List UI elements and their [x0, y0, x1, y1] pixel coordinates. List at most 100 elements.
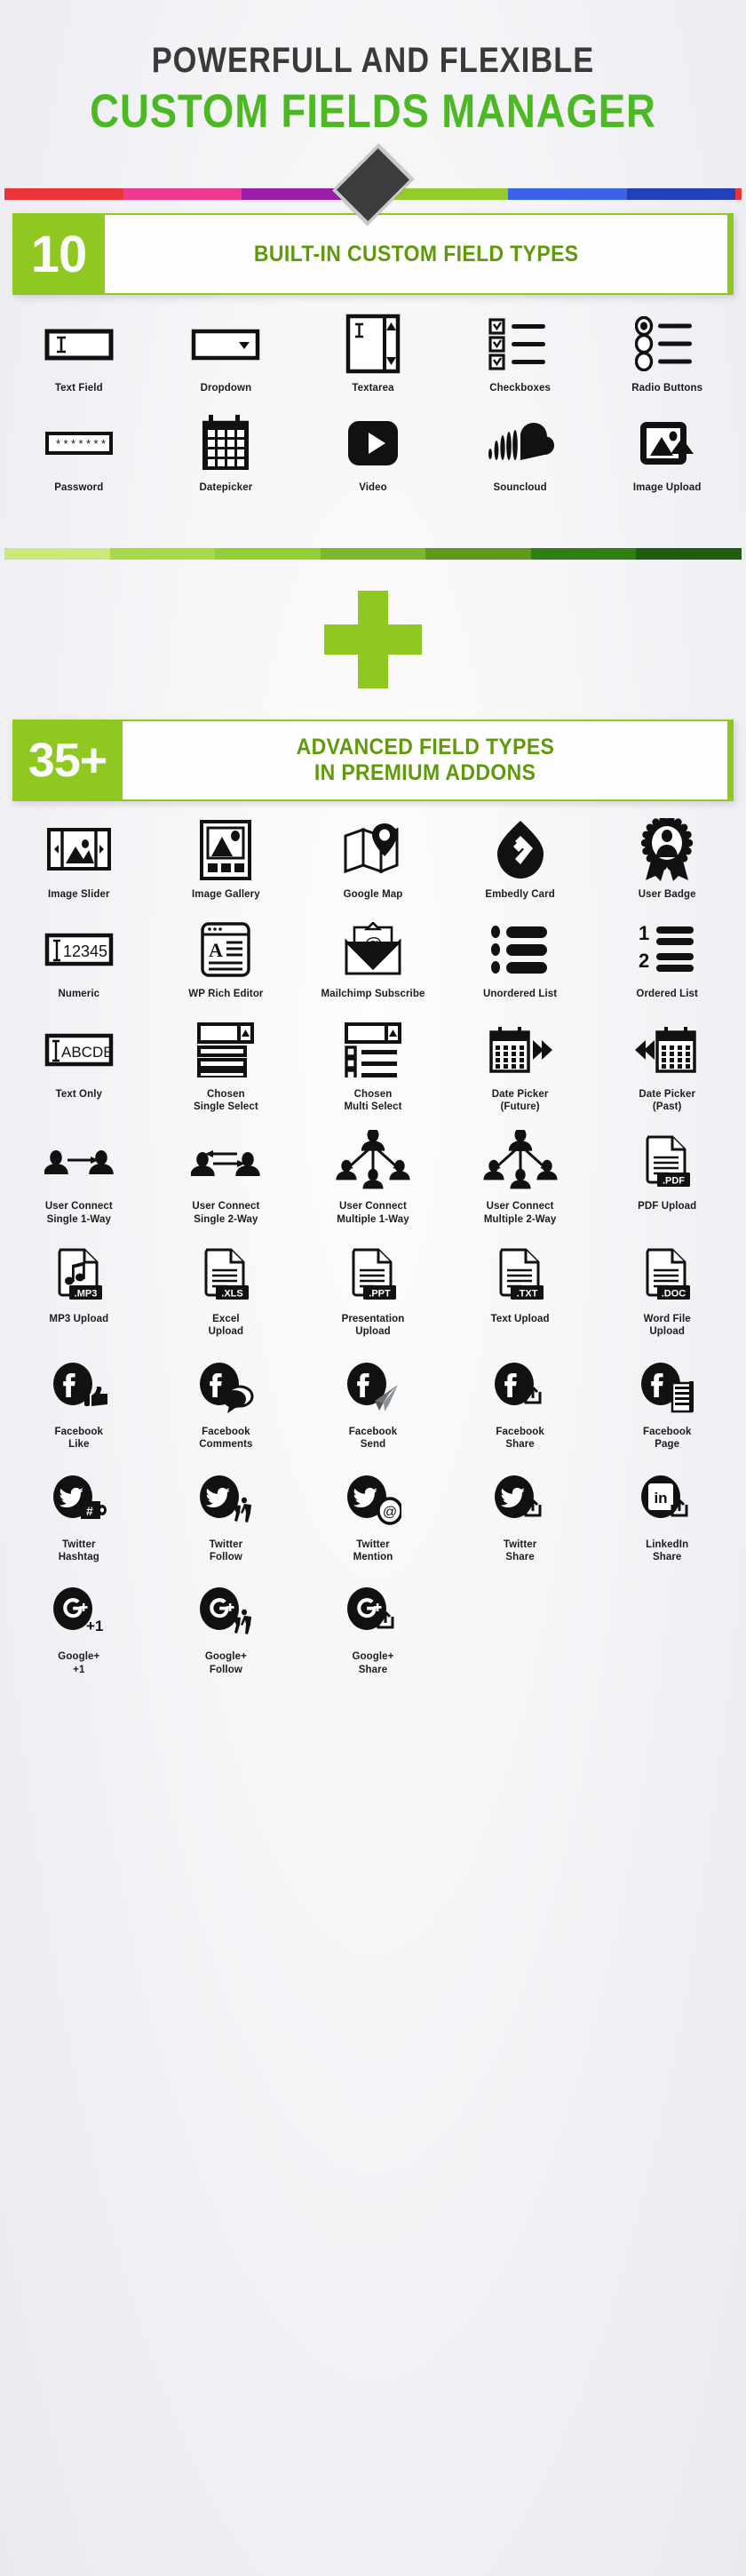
field-type-label: Chosen Multi Select: [344, 1088, 402, 1112]
field-type-cell[interactable]: Facebook Share: [447, 1355, 594, 1451]
field-type-cell[interactable]: in LinkedIn Share: [593, 1467, 741, 1564]
field-type-cell[interactable]: User Connect Multiple 1-Way: [299, 1129, 447, 1226]
field-type-label: Date Picker (Future): [491, 1088, 549, 1112]
field-type-cell[interactable]: 1 2 Ordered List: [593, 917, 741, 1000]
plus-separator: [0, 560, 746, 720]
field-type-label: Word File Upload: [643, 1314, 691, 1338]
field-type-cell[interactable]: .PPT Presentation Upload: [299, 1242, 447, 1339]
field-type-cell[interactable]: User Connect Single 2-Way: [153, 1129, 300, 1226]
field-type-label: PDF Upload: [638, 1201, 697, 1212]
pdf-upload-icon: .PDF: [642, 1134, 692, 1189]
field-type-cell[interactable]: Facebook Comments: [153, 1355, 300, 1451]
field-type-cell[interactable]: Facebook Send: [299, 1355, 447, 1451]
field-type-cell[interactable]: +1 Google+ +1: [5, 1579, 153, 1676]
field-type-cell[interactable]: Google Map: [299, 817, 447, 901]
color-segment: [425, 547, 531, 560]
text-only-icon: ABCDE: [44, 1022, 114, 1077]
twitter-follow-icon: [197, 1473, 254, 1528]
field-type-label: MP3 Upload: [49, 1314, 109, 1324]
svg-text:.PDF: .PDF: [663, 1176, 685, 1187]
field-type-cell[interactable]: Video: [299, 410, 447, 494]
field-type-cell[interactable]: Twitter Share: [447, 1467, 594, 1564]
field-type-cell[interactable]: Date Picker (Future): [447, 1017, 594, 1114]
field-type-cell[interactable]: Image Upload: [593, 410, 741, 494]
svg-text:@: @: [383, 1505, 397, 1520]
field-type-cell[interactable]: Unordered List: [447, 917, 594, 1000]
svg-text:*: *: [71, 437, 75, 450]
field-type-cell[interactable]: ABCDE Text Only: [5, 1017, 153, 1114]
facebook-send-icon: [345, 1360, 401, 1415]
field-type-cell[interactable]: User Connect Single 1-Way: [5, 1129, 153, 1226]
field-type-cell[interactable]: .MP3 MP3 Upload: [5, 1242, 153, 1339]
color-segment: [123, 188, 242, 200]
color-segment: [626, 188, 736, 200]
field-type-cell[interactable]: User Badge: [593, 817, 741, 901]
field-type-cell[interactable]: .TXT Text Upload: [447, 1242, 594, 1339]
field-type-cell[interactable]: Facebook Page: [593, 1355, 741, 1451]
field-type-cell[interactable]: * * * * * * * Password: [5, 410, 153, 494]
field-type-cell[interactable]: @ Twitter Mention: [299, 1467, 447, 1564]
field-type-cell[interactable]: A WP Rich Editor: [153, 917, 300, 1000]
color-segment: [109, 547, 216, 560]
color-segment: [4, 547, 110, 560]
field-type-cell[interactable]: Chosen Multi Select: [299, 1017, 447, 1114]
field-type-cell[interactable]: 12345 Numeric: [5, 917, 153, 1000]
field-type-cell[interactable]: User Connect Multiple 2-Way: [447, 1129, 594, 1226]
linkedin-share-icon: in: [639, 1473, 695, 1528]
field-type-cell[interactable]: Date Picker (Past): [593, 1017, 741, 1114]
field-type-label: Dropdown: [200, 383, 252, 394]
field-type-label: Unordered List: [483, 989, 558, 1000]
chosen-single-select-icon: [197, 1022, 255, 1077]
field-type-cell[interactable]: .PDF PDF Upload: [593, 1129, 741, 1226]
field-type-cell[interactable]: Checkboxes: [447, 311, 594, 394]
field-type-cell[interactable]: Dropdown: [153, 311, 300, 394]
field-type-cell[interactable]: Twitter Follow: [153, 1467, 300, 1564]
svg-text:.XLS: .XLS: [222, 1289, 243, 1300]
field-type-cell[interactable]: Google+ Follow: [153, 1579, 300, 1676]
text-field-icon: [44, 316, 114, 371]
field-type-cell[interactable]: Facebook Like: [5, 1355, 153, 1451]
field-type-label: Twitter Share: [503, 1538, 537, 1562]
field-type-label: Numeric: [58, 989, 100, 1000]
field-type-cell[interactable]: Google+ Share: [299, 1579, 447, 1676]
svg-text:*: *: [63, 437, 67, 450]
field-type-label: User Connect Multiple 1-Way: [337, 1201, 409, 1225]
field-type-cell[interactable]: .XLS Excel Upload: [153, 1242, 300, 1339]
image-slider-icon: [46, 823, 112, 878]
svg-text:in: in: [655, 1490, 668, 1507]
field-type-label: Video: [359, 482, 387, 494]
field-type-cell[interactable]: Image Gallery: [153, 817, 300, 901]
field-type-label: Excel Upload: [208, 1314, 244, 1338]
color-segment: [320, 547, 426, 560]
dropdown-icon: [191, 316, 260, 371]
premium-title-line-2: IN PREMIUM ADDONS: [313, 759, 536, 785]
field-type-cell[interactable]: Chosen Single Select: [153, 1017, 300, 1114]
field-type-label: User Connect Multiple 2-Way: [483, 1201, 557, 1225]
user-connect-multiple-1way-icon: [335, 1130, 411, 1189]
field-type-label: Twitter Follow: [209, 1538, 243, 1562]
excel-upload-icon: .XLS: [201, 1247, 250, 1302]
field-type-label: Image Slider: [48, 888, 110, 900]
field-type-cell[interactable]: Text Field: [5, 311, 153, 394]
svg-text:#: #: [86, 1504, 93, 1518]
field-type-cell[interactable]: Embedly Card: [447, 817, 594, 901]
field-type-cell[interactable]: .DOC Word File Upload: [593, 1242, 741, 1339]
premium-section-banner: 35+ ADVANCED FIELD TYPES IN PREMIUM ADDO…: [12, 719, 734, 801]
field-type-cell[interactable]: Image Slider: [5, 817, 153, 901]
field-type-label: Facebook Like: [54, 1426, 104, 1451]
field-type-cell[interactable]: # Twitter Hashtag: [5, 1467, 153, 1564]
svg-text:*: *: [101, 437, 106, 450]
field-type-cell[interactable]: Textarea: [299, 311, 447, 394]
svg-text:.MP3: .MP3: [74, 1289, 97, 1300]
field-type-label: Google+ Follow: [204, 1651, 247, 1675]
field-type-label: Radio Buttons: [631, 383, 703, 394]
field-type-cell[interactable]: Datepicker: [153, 410, 300, 494]
field-type-cell[interactable]: Radio Buttons: [593, 311, 741, 394]
svg-text:*: *: [86, 437, 91, 450]
field-type-label: WP Rich Editor: [188, 989, 264, 1000]
field-type-cell[interactable]: Souncloud: [447, 410, 594, 494]
field-type-cell[interactable]: @ Mailchimp Subscribe: [299, 917, 447, 1000]
builtin-title-line: BUILT-IN CUSTOM FIELD TYPES: [253, 241, 579, 266]
radio-buttons-icon: [635, 316, 699, 371]
video-play-icon: [345, 416, 401, 471]
